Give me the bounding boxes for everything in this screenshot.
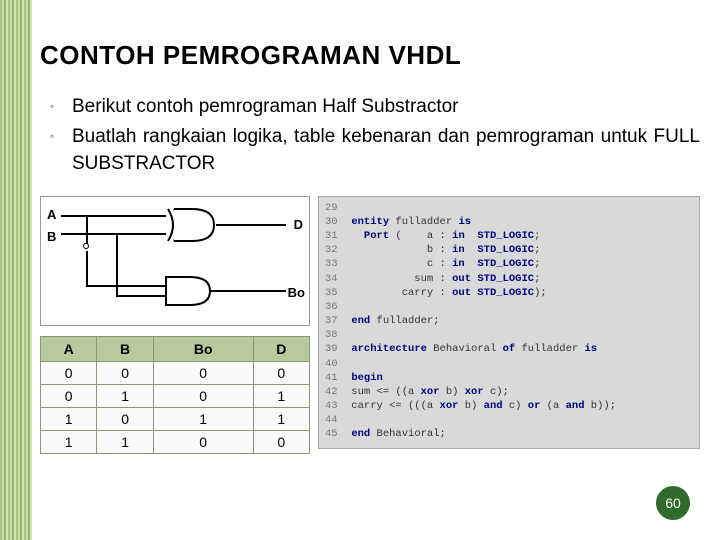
page-number-badge: 60	[656, 486, 690, 520]
decorative-side-bar	[0, 0, 32, 540]
and-gate-icon	[164, 275, 212, 307]
bullet-list: ◦ Berikut contoh pemrograman Half Substr…	[50, 93, 700, 178]
table-row: 0101	[41, 384, 310, 407]
slide-content: CONTOH PEMROGRAMAN VHDL ◦ Berikut contoh…	[40, 40, 700, 520]
code-line: 42 sum <= ((a xor b) xor c);	[325, 385, 693, 399]
table-cell: 1	[253, 384, 309, 407]
table-cell: 1	[253, 407, 309, 430]
table-cell: 1	[41, 430, 97, 453]
th-B: B	[97, 336, 153, 361]
bullet-icon: ◦	[50, 123, 72, 149]
code-line: 32 b : in STD_LOGIC;	[325, 243, 693, 257]
code-line: 38	[325, 328, 693, 342]
table-cell: 0	[97, 407, 153, 430]
slide-title: CONTOH PEMROGRAMAN VHDL	[40, 40, 700, 71]
table-cell: 1	[41, 407, 97, 430]
table-cell: 1	[97, 384, 153, 407]
bullet-text: Buatlah rangkaian logika, table kebenara…	[72, 123, 700, 178]
code-line: 33 c : in STD_LOGIC;	[325, 257, 693, 271]
code-line: 37 end fulladder;	[325, 314, 693, 328]
pin-A: A	[47, 207, 56, 222]
table-cell: 0	[253, 361, 309, 384]
table-cell: 0	[253, 430, 309, 453]
code-line: 30 entity fulladder is	[325, 215, 693, 229]
table-cell: 0	[41, 384, 97, 407]
page-number: 60	[665, 495, 681, 511]
list-item: ◦ Buatlah rangkaian logika, table kebena…	[50, 123, 700, 178]
table-row: 0000	[41, 361, 310, 384]
table-row: 1011	[41, 407, 310, 430]
table-header-row: A B Bo D	[41, 336, 310, 361]
th-A: A	[41, 336, 97, 361]
xor-gate-icon	[164, 207, 216, 243]
code-line: 40	[325, 357, 693, 371]
code-line: 35 carry : out STD_LOGIC);	[325, 286, 693, 300]
code-line: 45 end Behavioral;	[325, 427, 693, 441]
pin-Bo: Bo	[288, 285, 305, 300]
right-column: 29 30 entity fulladder is31 Port ( a : i…	[318, 196, 700, 449]
table-cell: 0	[97, 361, 153, 384]
not-bubble-icon	[83, 243, 89, 249]
pin-D: D	[294, 217, 303, 232]
left-column: A B D Bo	[40, 196, 310, 454]
bullet-icon: ◦	[50, 93, 72, 119]
code-line: 29	[325, 201, 693, 215]
bullet-text: Berikut contoh pemrograman Half Substrac…	[72, 93, 700, 121]
list-item: ◦ Berikut contoh pemrograman Half Substr…	[50, 93, 700, 121]
table-cell: 1	[153, 407, 253, 430]
th-Bo: Bo	[153, 336, 253, 361]
pin-B: B	[47, 229, 56, 244]
table-cell: 0	[153, 384, 253, 407]
table-cell: 1	[97, 430, 153, 453]
vhdl-code-panel: 29 30 entity fulladder is31 Port ( a : i…	[318, 196, 700, 449]
table-cell: 0	[153, 430, 253, 453]
table-cell: 0	[153, 361, 253, 384]
content-row: A B D Bo	[40, 196, 700, 454]
table-cell: 0	[41, 361, 97, 384]
truth-table: A B Bo D 0000010110111100	[40, 336, 310, 454]
code-line: 36	[325, 300, 693, 314]
code-line: 41 begin	[325, 371, 693, 385]
code-line: 44	[325, 413, 693, 427]
th-D: D	[253, 336, 309, 361]
circuit-diagram: A B D Bo	[40, 196, 310, 326]
code-line: 34 sum : out STD_LOGIC;	[325, 272, 693, 286]
code-line: 31 Port ( a : in STD_LOGIC;	[325, 229, 693, 243]
code-line: 43 carry <= (((a xor b) and c) or (a and…	[325, 399, 693, 413]
table-row: 1100	[41, 430, 310, 453]
code-line: 39 architecture Behavioral of fulladder …	[325, 342, 693, 356]
